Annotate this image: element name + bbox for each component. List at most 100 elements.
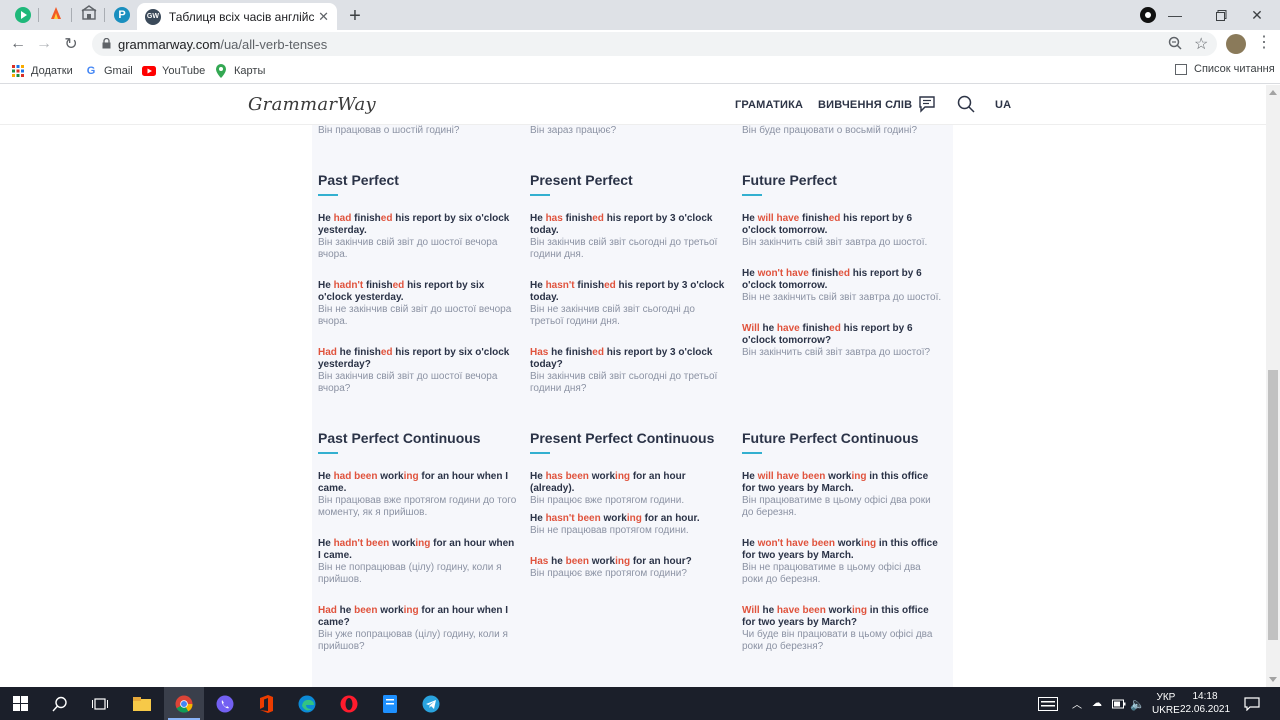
reload-icon[interactable]: ↻ (59, 32, 83, 56)
example-sentence: Has he been working for an hour? Він прац… (530, 556, 730, 580)
highlighted-form: will have (757, 213, 800, 224)
edge-icon[interactable] (287, 687, 327, 720)
english-example: He had finished his report by six o'cloc… (318, 213, 518, 237)
search-icon[interactable] (957, 95, 977, 115)
ukrainian-translation: Чи буде він працювати в цьому офісі два … (742, 629, 933, 652)
bookmark-youtube[interactable]: YouTube (142, 63, 205, 79)
ukrainian-translation: Він не закінчить свій звіт завтра до шос… (742, 292, 942, 303)
example-text: He (318, 213, 334, 224)
title-underline (530, 194, 550, 196)
battery-icon[interactable] (1112, 687, 1126, 720)
forward-icon[interactable]: → (32, 32, 56, 56)
tray-chevron-icon[interactable]: ︿ (1072, 687, 1082, 720)
tab-title: Таблиця всіх часів англійської м (168, 9, 315, 24)
nav-grammar[interactable]: ГРАМАТИКА (735, 99, 803, 111)
bookmark-maps[interactable]: Карты (214, 63, 265, 79)
example-sentence: He has been working for an hour (already… (530, 471, 730, 507)
minimize-icon[interactable]: — (1152, 0, 1198, 30)
scroll-up-icon[interactable] (1269, 90, 1277, 95)
highlighted-form: hadn't been (333, 538, 390, 549)
example-text: finish (363, 280, 393, 291)
telegram-icon[interactable] (411, 687, 451, 720)
prev-translation: Він зараз працює? (530, 125, 617, 136)
browser-toolbar: ← → ↻ grammarway.com/ua/all-verb-tenses … (0, 30, 1280, 58)
highlighted-form: ing (615, 471, 631, 482)
chat-icon[interactable] (918, 95, 938, 115)
maps-pin-icon (214, 64, 228, 78)
bookmark-apps[interactable]: Додатки (11, 63, 73, 79)
start-windows-icon[interactable] (0, 687, 40, 720)
address-bar[interactable]: grammarway.com/ua/all-verb-tenses ☆ (92, 32, 1217, 56)
ukrainian-translation: Він не працював протягом години. (530, 525, 689, 536)
example-text: he (759, 323, 777, 334)
example-text: work (834, 538, 862, 549)
pinned-tab-school[interactable] (74, 4, 104, 26)
viber-icon[interactable] (205, 687, 245, 720)
example-text: work (377, 471, 404, 482)
highlighted-form: has (545, 213, 563, 224)
scroll-down-icon[interactable] (1269, 677, 1277, 682)
profile-avatar[interactable] (1226, 34, 1246, 54)
reading-list[interactable]: Список читання (1175, 63, 1275, 75)
ukrainian-translation: Він закінчить свій звіт завтра до шостої… (742, 347, 931, 358)
ukrainian-translation: Він не закінчив свій звіт до шостої вечо… (318, 304, 512, 327)
example-sentence: He will have been working in this office… (742, 471, 942, 519)
example-text: work (825, 471, 852, 482)
highlighted-form: ed (829, 323, 841, 334)
highlighted-form: won't have (757, 268, 809, 279)
input-language[interactable]: УКР UKRE (1152, 687, 1180, 720)
pinned-tab-p[interactable]: P (107, 4, 137, 26)
notes-app-icon[interactable] (370, 687, 410, 720)
example-text: work (389, 538, 416, 549)
taskbar-search-icon[interactable] (40, 687, 80, 720)
menu-icon[interactable]: ⋮ (1256, 34, 1272, 54)
pinned-tab-play[interactable] (8, 4, 38, 26)
bookmark-star-icon[interactable]: ☆ (1194, 34, 1208, 54)
file-explorer-icon[interactable] (122, 687, 162, 720)
new-tab-icon[interactable]: + (344, 5, 366, 27)
highlighted-form: Has (530, 556, 549, 567)
task-view-icon[interactable] (80, 687, 120, 720)
highlighted-form: ing (615, 556, 631, 567)
example-sentence: Had he been working for an hour when I c… (318, 605, 518, 653)
opera-icon[interactable] (329, 687, 369, 720)
ukrainian-translation: Він не працюватиме в цьому офісі два рок… (742, 562, 921, 585)
site-logo[interactable]: GrammarWay (248, 94, 376, 115)
bookmark-gmail[interactable]: G Gmail (84, 63, 133, 79)
highlighted-form: will have been (757, 471, 826, 482)
pinned-tab-ukr[interactable] (41, 4, 71, 26)
volume-icon[interactable]: 🔈 (1130, 687, 1145, 720)
english-example: He hasn't been working for an hour. (530, 513, 730, 525)
close-window-icon[interactable]: ✕ (1234, 0, 1280, 30)
ukrainian-translation: Він закінчив свій звіт сьогодні до треть… (530, 371, 718, 394)
system-clock[interactable]: 14:18 22.06.2021 (1180, 690, 1230, 716)
ukr-icon (48, 5, 64, 26)
keyboard-icon[interactable] (1038, 687, 1058, 720)
language-switch[interactable]: UA (995, 99, 1011, 111)
title-underline (742, 452, 762, 454)
highlighted-form: ing (626, 513, 642, 524)
close-tab-icon[interactable]: ✕ (318, 9, 329, 25)
cloud-icon[interactable]: ☁ (1092, 687, 1102, 720)
english-example: Will he have been working in this office… (742, 605, 942, 629)
office-icon[interactable] (246, 687, 286, 720)
highlighted-form: ed (828, 213, 841, 224)
tense-title: Present Perfect Continuous (530, 430, 715, 446)
zoom-icon[interactable] (1168, 36, 1182, 53)
ukrainian-translation: Він закінчив свій звіт сьогодні до треть… (530, 237, 718, 260)
english-example: Has he finished his report by 3 o'clock … (530, 347, 730, 371)
example-text: He (530, 471, 546, 482)
active-tab[interactable]: GW Таблиця всіх часів англійської м ✕ (137, 3, 337, 30)
example-text: He (742, 538, 758, 549)
highlighted-form: hadn't (333, 280, 364, 291)
scroll-thumb[interactable] (1268, 370, 1278, 640)
nav-vocabulary[interactable]: ВИВЧЕННЯ СЛІВ (818, 99, 912, 111)
notifications-icon[interactable] (1244, 687, 1260, 720)
chrome-taskbar-icon[interactable] (164, 687, 204, 720)
school-icon (81, 4, 97, 26)
page-scrollbar[interactable] (1266, 85, 1280, 687)
example-sentence: He will have finished his report by 6 o'… (742, 213, 942, 249)
back-icon[interactable]: ← (6, 32, 30, 56)
example-sentence: Has he finished his report by 3 o'clock … (530, 347, 730, 395)
highlighted-form: ed (380, 213, 393, 224)
